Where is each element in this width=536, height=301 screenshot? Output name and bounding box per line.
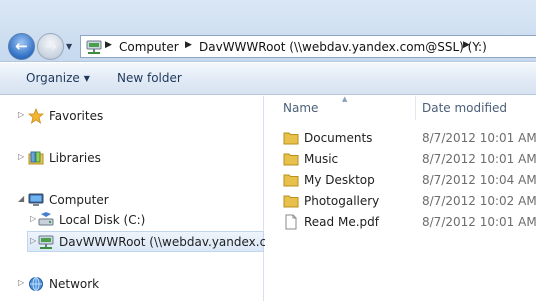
- file-row[interactable]: Documents 8/7/2012 10:01 AM: [265, 128, 536, 149]
- document-icon: [285, 214, 297, 230]
- folder-icon: [283, 195, 299, 208]
- nav-item-local-disk[interactable]: ▷ Local Disk (C:): [0, 210, 264, 230]
- collapse-arrow-icon[interactable]: ◢: [18, 194, 24, 203]
- expand-arrow-icon[interactable]: ▷: [18, 278, 24, 287]
- expand-arrow-icon[interactable]: ▷: [30, 236, 36, 245]
- file-row[interactable]: Photogallery 8/7/2012 10:02 AM: [265, 191, 536, 212]
- local-disk-icon: [38, 212, 54, 226]
- nav-label-local-disk: Local Disk (C:): [59, 213, 146, 227]
- organize-label: Organize: [26, 71, 80, 85]
- file-name: My Desktop: [304, 173, 375, 187]
- back-arrow-icon: ←: [15, 37, 28, 55]
- expand-arrow-icon[interactable]: ▷: [18, 152, 24, 161]
- column-header-date-modified[interactable]: Date modified: [422, 96, 507, 120]
- file-name: Music: [304, 152, 339, 166]
- file-row[interactable]: Music 8/7/2012 10:01 AM: [265, 149, 536, 170]
- expand-arrow-icon[interactable]: ▷: [18, 110, 24, 119]
- breadcrumb-computer[interactable]: Computer: [119, 40, 179, 54]
- file-date: 8/7/2012 10:01 AM: [422, 131, 536, 145]
- back-button[interactable]: ←: [8, 33, 35, 60]
- command-toolbar: Organize ▼ New folder: [0, 63, 536, 95]
- nav-item-computer[interactable]: ◢ Computer: [0, 190, 264, 210]
- folder-icon: [283, 174, 299, 187]
- new-folder-button[interactable]: New folder: [117, 63, 182, 94]
- libraries-icon: [28, 151, 44, 165]
- network-icon: [29, 277, 43, 291]
- recent-pages-dropdown-icon[interactable]: ▼: [66, 42, 72, 51]
- file-name: Read Me.pdf: [304, 215, 379, 229]
- forward-button[interactable]: →: [37, 33, 64, 60]
- nav-label-favorites: Favorites: [49, 109, 104, 123]
- file-date: 8/7/2012 10:02 AM: [422, 194, 536, 208]
- file-row[interactable]: My Desktop 8/7/2012 10:04 AM: [265, 170, 536, 191]
- file-date: 8/7/2012 10:01 AM: [422, 215, 536, 229]
- breadcrumb-separator-icon[interactable]: ▶: [185, 40, 192, 50]
- nav-label-webdav-drive: DavWWWRoot (\\webdav.yandex.com: [59, 235, 286, 249]
- file-row[interactable]: Read Me.pdf 8/7/2012 10:01 AM: [265, 212, 536, 233]
- network-drive-icon: [86, 40, 102, 54]
- file-list: ▲ Name Date modified Documents 8/7/2012 …: [265, 95, 536, 301]
- nav-label-network: Network: [49, 277, 100, 291]
- nav-item-network[interactable]: ▷ Network: [0, 274, 264, 294]
- title-address-area: ← → ▼ ▶ Computer ▶ DavWWWRoot (\\webdav.…: [0, 0, 536, 62]
- network-drive-icon: [38, 235, 54, 249]
- organize-button[interactable]: Organize ▼: [26, 63, 90, 94]
- file-name: Photogallery: [304, 194, 380, 208]
- computer-icon: [28, 193, 44, 206]
- forward-arrow-icon: →: [44, 37, 57, 55]
- breadcrumb-separator-icon[interactable]: ▶: [105, 40, 112, 50]
- file-date: 8/7/2012 10:04 AM: [422, 173, 536, 187]
- chevron-down-icon: ▼: [83, 74, 90, 83]
- navigation-pane: ▷ Favorites ▷ Libraries ◢ Computer ▷ Loc…: [0, 96, 285, 301]
- column-header-name[interactable]: Name: [283, 96, 318, 120]
- folder-icon: [283, 132, 299, 145]
- breadcrumb-drive[interactable]: DavWWWRoot (\\webdav.yandex.com@SSL) (Y:…: [199, 40, 487, 54]
- nav-item-webdav-drive[interactable]: ▷ DavWWWRoot (\\webdav.yandex.com: [27, 231, 285, 252]
- file-name: Documents: [304, 131, 373, 145]
- folder-icon: [283, 153, 299, 166]
- star-icon: [28, 108, 44, 124]
- new-folder-label: New folder: [117, 71, 182, 85]
- nav-label-libraries: Libraries: [49, 151, 101, 165]
- column-divider[interactable]: [415, 96, 416, 120]
- expand-arrow-icon[interactable]: ▷: [30, 214, 36, 223]
- sort-ascending-icon: ▲: [342, 95, 348, 103]
- nav-item-favorites[interactable]: ▷ Favorites: [0, 106, 264, 126]
- breadcrumb-separator-icon[interactable]: ▶: [463, 40, 470, 50]
- file-date: 8/7/2012 10:01 AM: [422, 152, 536, 166]
- address-bar[interactable]: ▶ Computer ▶ DavWWWRoot (\\webdav.yandex…: [80, 35, 536, 58]
- nav-item-libraries[interactable]: ▷ Libraries: [0, 148, 264, 168]
- nav-label-computer: Computer: [49, 193, 109, 207]
